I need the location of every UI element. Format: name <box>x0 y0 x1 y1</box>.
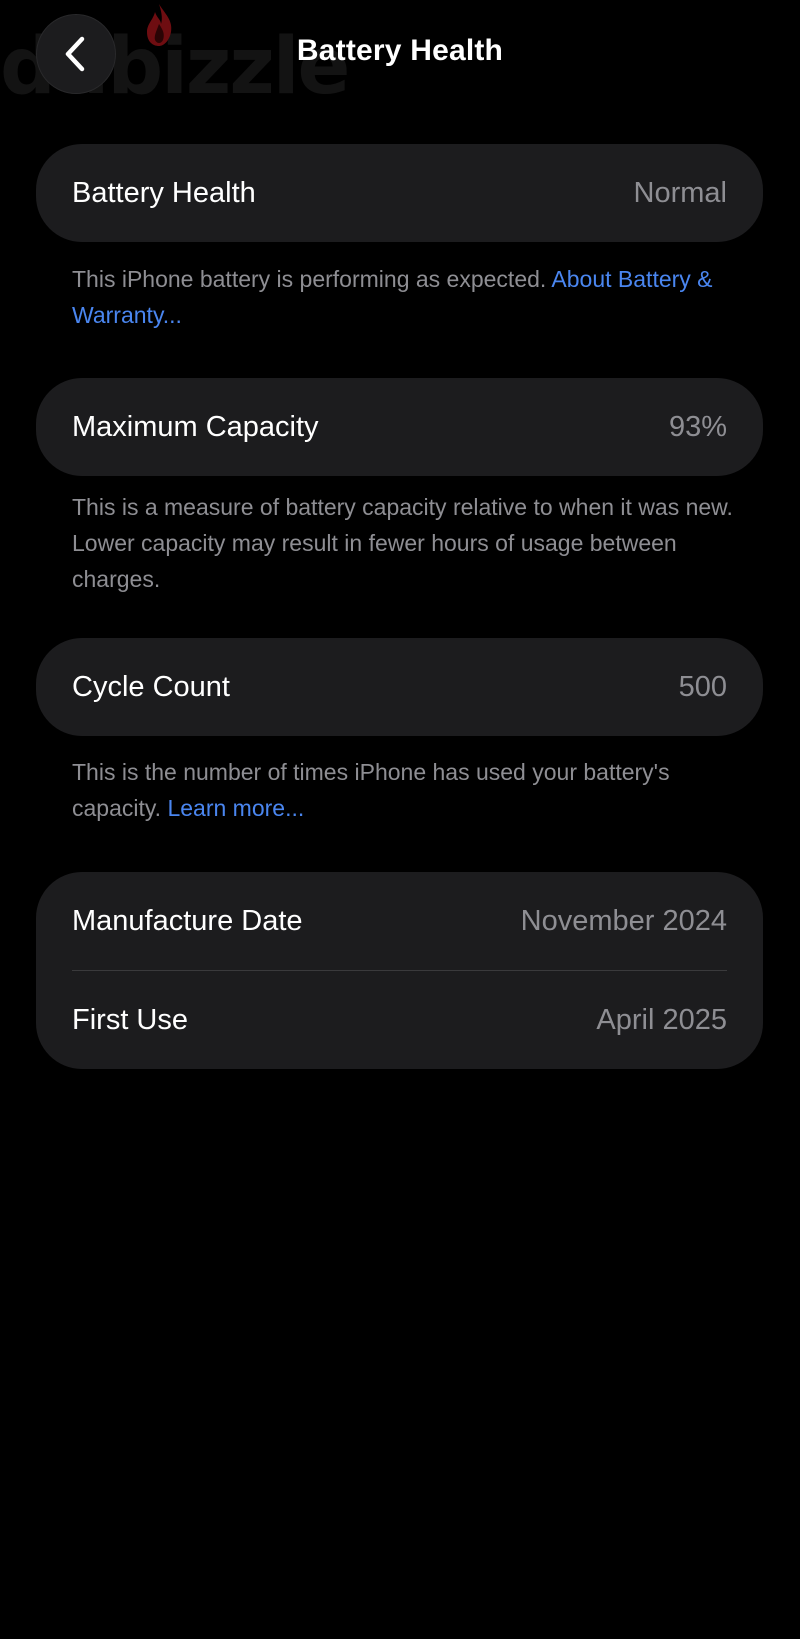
maximum-capacity-card: Maximum Capacity 93% <box>36 378 763 476</box>
battery-health-footnote: This iPhone battery is performing as exp… <box>72 261 742 333</box>
dates-card: Manufacture Date November 2024 First Use… <box>36 872 763 1069</box>
maximum-capacity-label: Maximum Capacity <box>72 410 319 443</box>
maximum-capacity-footnote: This is a measure of battery capacity re… <box>72 494 733 592</box>
cycle-count-card: Cycle Count 500 <box>36 638 763 736</box>
first-use-label: First Use <box>72 1003 188 1036</box>
cycle-count-footnote: This is the number of times iPhone has u… <box>72 754 742 826</box>
manufacture-date-row[interactable]: Manufacture Date November 2024 <box>72 872 727 970</box>
learn-more-link[interactable]: Learn more... <box>167 795 304 821</box>
cycle-count-label: Cycle Count <box>72 670 230 703</box>
battery-health-label: Battery Health <box>72 176 256 209</box>
battery-health-row[interactable]: Battery Health Normal <box>72 144 727 242</box>
manufacture-date-label: Manufacture Date <box>72 904 303 937</box>
manufacture-date-value: November 2024 <box>520 904 727 937</box>
battery-health-card: Battery Health Normal <box>36 144 763 242</box>
battery-health-footnote-text: This iPhone battery is performing as exp… <box>72 266 552 292</box>
maximum-capacity-row[interactable]: Maximum Capacity 93% <box>72 378 727 476</box>
navigation-header: Battery Health <box>0 0 800 110</box>
cycle-count-row[interactable]: Cycle Count 500 <box>72 638 727 736</box>
maximum-capacity-value: 93% <box>668 410 727 443</box>
page-title: Battery Health <box>296 34 504 67</box>
first-use-value: April 2025 <box>596 1003 727 1036</box>
battery-health-value: Normal <box>633 176 727 209</box>
cycle-count-value: 500 <box>678 670 727 703</box>
cycle-count-footnote-text: This is the number of times iPhone has u… <box>72 759 670 821</box>
first-use-row[interactable]: First Use April 2025 <box>72 971 727 1069</box>
